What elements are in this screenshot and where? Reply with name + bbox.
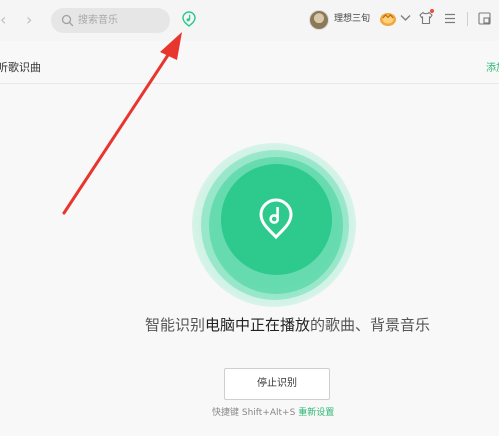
shortcut-text: 快捷键 Shift+Alt+S xyxy=(212,408,296,418)
top-bar: ‹ › 搜索音乐 理想三旬 xyxy=(0,0,499,41)
chevron-left-icon[interactable]: ‹ xyxy=(0,11,6,29)
recognize-button[interactable] xyxy=(221,164,332,275)
mini-mode-icon[interactable] xyxy=(478,12,491,25)
chevron-right-icon[interactable]: › xyxy=(26,11,32,29)
page-title: 听歌识曲 xyxy=(0,61,41,74)
header-divider xyxy=(0,83,499,84)
shirt-icon[interactable] xyxy=(419,11,433,25)
avatar[interactable] xyxy=(309,10,329,30)
menu-icon[interactable] xyxy=(444,13,456,24)
vip-badge-icon[interactable] xyxy=(379,10,397,27)
notification-dot xyxy=(430,9,434,13)
music-recognize-icon[interactable] xyxy=(182,11,196,27)
recognition-hint: 智能识别电脑中正在播放的歌曲、背景音乐 xyxy=(145,315,435,335)
music-recognize-icon xyxy=(259,198,293,240)
hint-suffix: 的歌曲、背景音乐 xyxy=(310,316,431,334)
chevron-down-icon[interactable] xyxy=(400,14,411,22)
toolbar-divider xyxy=(467,12,468,26)
hint-prefix: 智能识别 xyxy=(145,316,206,334)
app-window: ‹ › 搜索音乐 理想三旬 听歌识曲 添 智能识别电脑中正在播放的歌曲、背景音乐… xyxy=(0,0,499,436)
hint-strong: 电脑中正在播放 xyxy=(205,316,311,334)
stop-recognition-button[interactable]: 停止识别 xyxy=(224,368,330,400)
shortcut-hint: 快捷键 Shift+Alt+S 重新设置 xyxy=(212,407,334,419)
search-placeholder: 搜索音乐 xyxy=(78,15,118,26)
search-icon xyxy=(61,14,74,27)
add-link[interactable]: 添加 xyxy=(486,63,499,75)
search-box[interactable]: 搜索音乐 xyxy=(51,8,170,33)
username[interactable]: 理想三旬 xyxy=(334,13,370,25)
reset-shortcut-link[interactable]: 重新设置 xyxy=(298,408,334,418)
